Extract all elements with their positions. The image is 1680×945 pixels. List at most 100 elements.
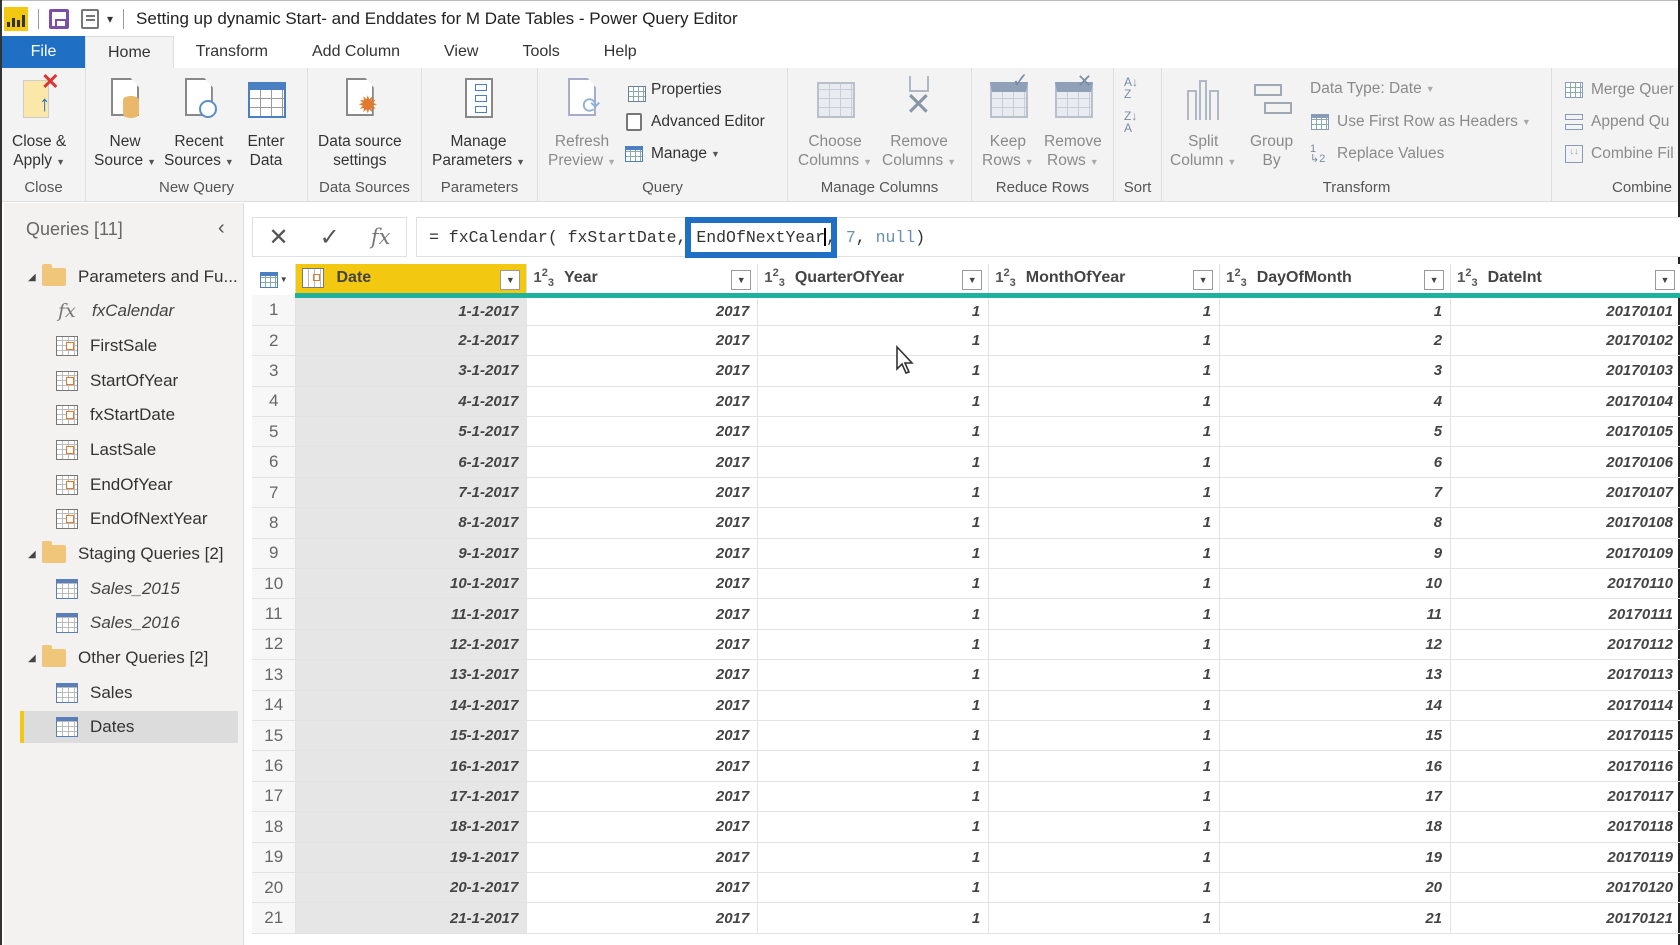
table-cell[interactable]: 1 [988,325,1221,357]
table-cell[interactable]: 2 [1219,325,1452,357]
row-number[interactable]: 5 [252,416,297,448]
table-cell[interactable]: 1 [988,750,1221,782]
query-folder-parameters[interactable]: ◢ Parameters and Fu... [4,261,238,293]
append-queries-button[interactable]: Append Qu [1564,112,1669,132]
table-cell[interactable]: 20170108 [1450,507,1680,539]
table-cell[interactable]: 2017 [526,416,759,448]
table-cell[interactable]: 20170109 [1450,538,1680,570]
data-source-settings-button[interactable]: ✹ Data source settings [318,76,402,170]
collapse-pane-icon[interactable]: ‹ [218,217,225,240]
table-cell[interactable]: 20170121 [1450,902,1680,934]
whole-number-type-icon[interactable]: 123 [533,267,554,289]
table-cell[interactable]: 15-1-2017 [295,720,528,752]
table-cell[interactable]: 10-1-2017 [295,568,528,600]
query-item-fxstartdate[interactable]: fxStartDate [4,399,238,431]
table-cell[interactable]: 2017 [526,507,759,539]
sort-ascending-button[interactable]: A↓ Z [1124,76,1138,100]
table-cell[interactable]: 1 [757,568,990,600]
table-cell[interactable]: 20170113 [1450,659,1680,691]
row-number[interactable]: 2 [252,325,297,357]
tab-tools[interactable]: Tools [500,36,581,68]
use-first-row-as-headers-button[interactable]: Use First Row as Headers ▼ [1310,112,1531,132]
enter-data-button[interactable]: Enter Data [246,76,286,170]
table-cell[interactable]: 2017 [526,659,759,691]
table-cell[interactable]: 11 [1219,598,1452,630]
table-cell[interactable]: 20170103 [1450,355,1680,387]
table-cell[interactable]: 13-1-2017 [295,659,528,691]
group-by-button[interactable]: Group By [1250,76,1293,170]
table-cell[interactable]: 1 [988,507,1221,539]
table-cell[interactable]: 3 [1219,355,1452,387]
table-cell[interactable]: 2017 [526,446,759,478]
split-column-button[interactable]: Split Column ▼ [1170,76,1236,172]
table-cell[interactable]: 20170110 [1450,568,1680,600]
table-cell[interactable]: 20-1-2017 [295,872,528,904]
table-cell[interactable]: 20170105 [1450,416,1680,448]
table-cell[interactable]: 2017 [526,538,759,570]
tab-add-column[interactable]: Add Column [290,36,422,68]
table-cell[interactable]: 16-1-2017 [295,750,528,782]
table-cell[interactable]: 1 [757,811,990,843]
table-cell[interactable]: 1 [757,690,990,721]
tab-home[interactable]: Home [85,36,174,68]
table-cell[interactable]: 1 [988,872,1221,904]
expand-caret-icon[interactable]: ◢ [28,549,42,560]
filter-dropdown-icon[interactable]: ▼ [500,270,521,290]
table-cell[interactable]: 1 [988,446,1221,478]
table-cell[interactable]: 1 [757,872,990,904]
table-cell[interactable]: 1 [757,598,990,630]
sort-descending-button[interactable]: Z↓ A [1124,110,1137,134]
whole-number-type-icon[interactable]: 123 [1226,267,1247,289]
merge-queries-button[interactable]: Merge Quer [1564,80,1674,100]
table-cell[interactable]: 13 [1219,659,1452,691]
query-item-firstsale[interactable]: FirstSale [4,330,238,362]
table-cell[interactable]: 2017 [526,781,759,813]
undo-icon[interactable] [81,8,99,29]
table-cell[interactable]: 18 [1219,811,1452,843]
table-cell[interactable]: 17 [1219,781,1452,813]
row-number[interactable]: 15 [252,720,297,752]
table-cell[interactable]: 2017 [526,811,759,843]
table-cell[interactable]: 1 [1219,295,1452,326]
table-cell[interactable]: 20170111 [1450,598,1680,630]
advanced-editor-button[interactable]: Advanced Editor [624,112,765,132]
formula-input[interactable]: = fxCalendar( fxStartDate, EndOfNextYear… [416,216,1680,258]
manage-parameters-button[interactable]: Manage Parameters ▼ [432,76,525,172]
filter-dropdown-icon[interactable]: ▼ [962,270,983,290]
table-cell[interactable]: 2017 [526,629,759,661]
table-cell[interactable]: 6 [1219,446,1452,478]
table-cell[interactable]: 1 [988,568,1221,600]
choose-columns-button[interactable]: Choose Columns ▼ [798,76,872,172]
table-cell[interactable]: 1 [757,720,990,752]
insert-function-icon[interactable]: fx [371,225,391,249]
query-item-sales-2016[interactable]: Sales_2016 [4,607,238,639]
row-number[interactable]: 18 [252,811,297,843]
table-cell[interactable]: 20170112 [1450,629,1680,661]
table-cell[interactable]: 6-1-2017 [295,446,528,478]
table-cell[interactable]: 20170116 [1450,750,1680,782]
table-cell[interactable]: 1 [757,507,990,539]
table-cell[interactable]: 1 [757,842,990,873]
table-cell[interactable]: 1 [757,781,990,813]
table-cell[interactable]: 1 [988,477,1221,509]
table-cell[interactable]: 5 [1219,416,1452,448]
filter-dropdown-icon[interactable]: ▼ [731,270,752,290]
row-number[interactable]: 1 [252,295,297,326]
table-cell[interactable]: 10 [1219,568,1452,600]
table-cell[interactable]: 4-1-2017 [295,386,528,418]
keep-rows-button[interactable]: ✓ Keep Rows ▼ [982,71,1034,172]
whole-number-type-icon[interactable]: 123 [1457,267,1478,289]
date-type-icon[interactable] [302,268,325,289]
formula-highlighted-argument[interactable]: EndOfNextYear [685,216,838,258]
row-number[interactable]: 8 [252,507,297,539]
table-cell[interactable]: 8-1-2017 [295,507,528,539]
table-cell[interactable]: 3-1-2017 [295,355,528,387]
table-cell[interactable]: 1 [988,295,1221,326]
query-item-sales-2015[interactable]: Sales_2015 [4,573,238,605]
table-cell[interactable]: 2017 [526,355,759,387]
table-cell[interactable]: 20170118 [1450,811,1680,843]
new-source-button[interactable]: New Source ▼ [94,76,156,172]
table-cell[interactable]: 1 [757,386,990,418]
row-number[interactable]: 19 [252,842,297,873]
replace-values-button[interactable]: 1 ↳2 Replace Values [1310,144,1444,165]
